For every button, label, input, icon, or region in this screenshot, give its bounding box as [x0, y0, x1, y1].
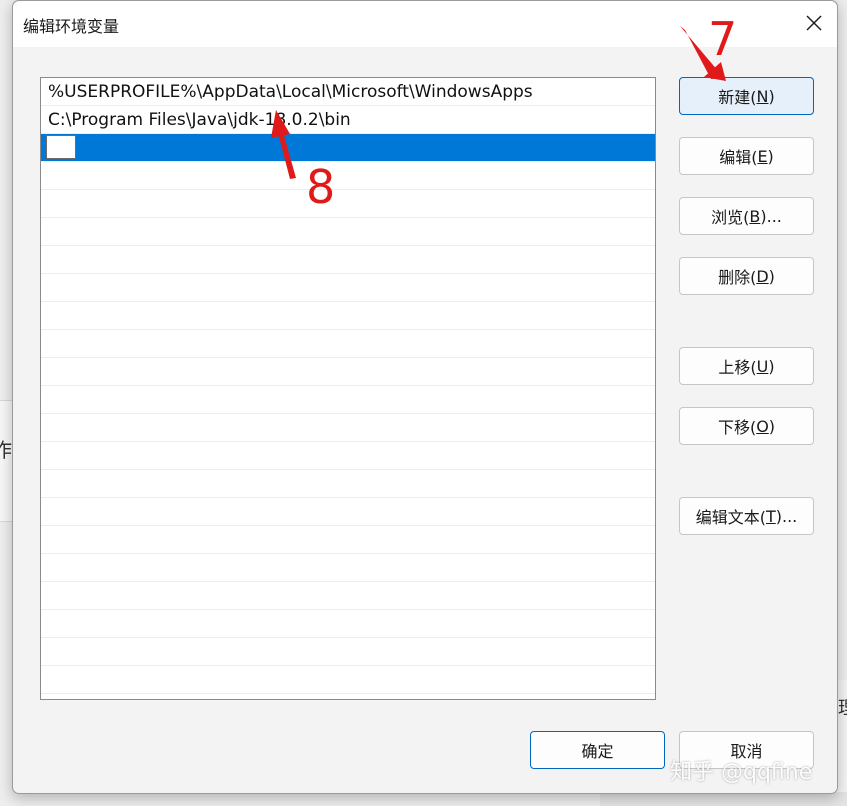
annotation-overlay: [271, 26, 726, 179]
step-8-label: 8: [306, 160, 336, 214]
step-7-label: 7: [708, 12, 738, 66]
arrow-step8-icon: [271, 110, 296, 179]
watermark: 知乎 @qqfine: [670, 760, 813, 785]
